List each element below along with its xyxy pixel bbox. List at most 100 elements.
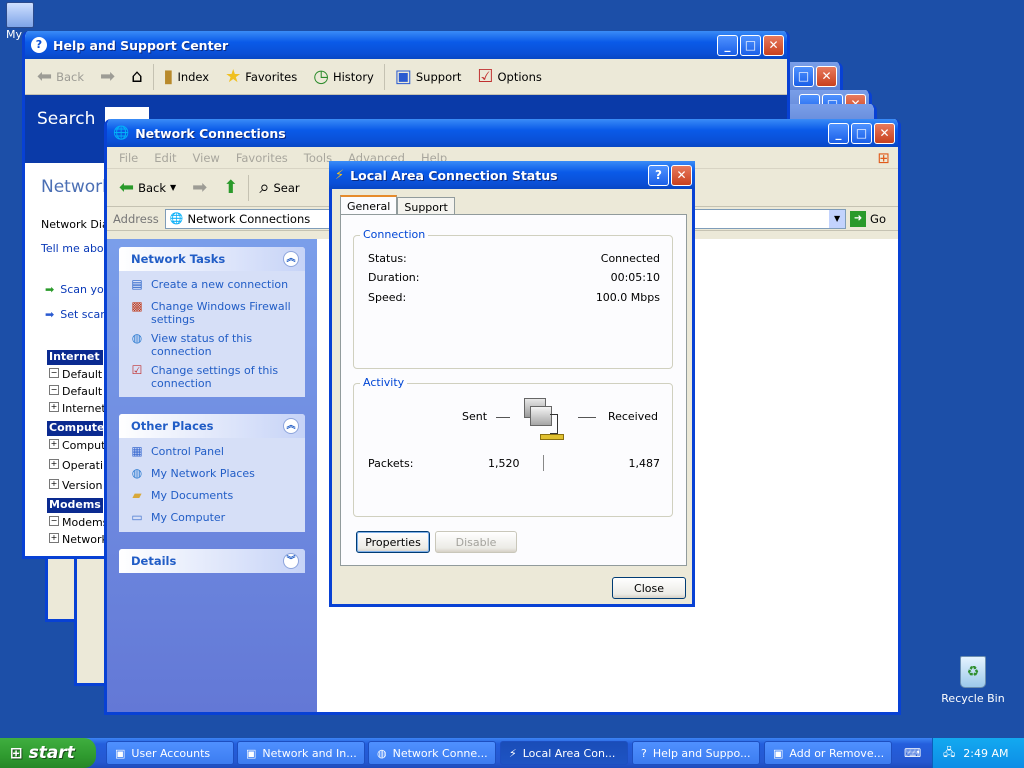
home-button[interactable]: ⌂ <box>125 62 148 92</box>
maximize-icon[interactable]: □ <box>740 34 761 56</box>
speed-value: 100.0 Mbps <box>595 291 660 304</box>
control-panel-link[interactable]: ▦ Control Panel <box>119 442 305 464</box>
expand-box-icon: + <box>49 533 59 543</box>
network-cable-icon: ⚡ <box>509 746 517 760</box>
taskbar-item-user-accounts[interactable]: ▣ User Accounts <box>106 741 234 765</box>
close-icon[interactable]: ✕ <box>816 65 837 87</box>
change-settings-link[interactable]: ☑ Change settings of this connection <box>119 361 305 393</box>
control-panel-icon: ▦ <box>131 444 143 458</box>
my-documents-link[interactable]: ▰ My Documents <box>119 486 305 508</box>
packets-received-value: 1,487 <box>628 457 661 470</box>
create-connection-link[interactable]: ▤ Create a new connection <box>119 275 305 297</box>
menu-edit[interactable]: Edit <box>146 151 184 165</box>
details-panel: Details ︾ <box>119 549 305 573</box>
details-header[interactable]: Details ︾ <box>119 549 305 573</box>
options-check-icon: ☑ <box>477 66 494 87</box>
activity-group-title: Activity <box>360 376 408 389</box>
back-arrow-icon: ⬅ <box>119 177 135 198</box>
close-button[interactable]: Close <box>612 577 686 599</box>
help-title-bar[interactable]: ? Help and Support Center _ □ ✕ <box>25 31 787 59</box>
packets-divider <box>543 455 544 471</box>
netconn-back-button[interactable]: ⬅ Back ▼ <box>113 173 182 203</box>
close-icon[interactable]: ✕ <box>671 164 692 186</box>
collapse-box-icon: − <box>49 385 59 395</box>
close-icon[interactable]: ✕ <box>874 122 895 144</box>
duration-label: Duration: <box>368 271 420 284</box>
chevron-down-icon: ▼ <box>170 183 177 192</box>
disable-button[interactable]: Disable <box>435 531 517 553</box>
tree-item[interactable]: + Compute <box>49 439 112 452</box>
status-value: Connected <box>600 252 660 265</box>
favorites-button[interactable]: ★ Favorites <box>219 62 303 92</box>
minimize-icon[interactable]: _ <box>717 34 738 56</box>
properties-button[interactable]: Properties <box>356 531 430 553</box>
go-button[interactable]: ➜ Go <box>850 210 898 227</box>
up-folder-button[interactable]: ⬆ <box>217 173 244 203</box>
netconn-title-bar[interactable]: 🌐 Network Connections _ □ ✕ <box>107 119 898 147</box>
tree-item[interactable]: + Operatin <box>49 459 110 472</box>
taskbar-item-add-remove[interactable]: ▣ Add or Remove... <box>764 741 892 765</box>
connection-status-dialog[interactable]: ⚡ Local Area Connection Status ? ✕ Gener… <box>329 161 695 607</box>
network-places-icon: ◍ <box>131 466 143 480</box>
taskbar-item-network-connections[interactable]: ◍ Network Conne... <box>368 741 496 765</box>
taskbar-item-local-area-connection[interactable]: ⚡ Local Area Con... <box>500 741 628 765</box>
menu-favorites[interactable]: Favorites <box>228 151 296 165</box>
taskbar-item-help-support[interactable]: ? Help and Suppo... <box>632 741 760 765</box>
menu-view[interactable]: View <box>185 151 228 165</box>
support-button[interactable]: ▣ Support <box>389 62 467 92</box>
my-network-places-link[interactable]: ◍ My Network Places <box>119 464 305 486</box>
minimize-icon[interactable]: _ <box>828 122 849 144</box>
status-label: Status: <box>368 252 407 265</box>
green-arrow-icon: ➡ <box>45 283 55 296</box>
network-tasks-header[interactable]: Network Tasks ︽ <box>119 247 305 271</box>
index-button[interactable]: ▮ Index <box>158 62 216 92</box>
recycle-bin-desktop-icon[interactable]: ♻ Recycle Bin <box>938 656 1008 705</box>
options-button[interactable]: ☑ Options <box>471 62 548 92</box>
collapse-chevron-icon[interactable]: ︽ <box>283 251 299 267</box>
help-back-button[interactable]: ⬅ Back <box>31 62 90 92</box>
control-panel-icon: ▣ <box>246 746 257 760</box>
expand-box-icon: + <box>49 479 59 489</box>
dialog-title-bar[interactable]: ⚡ Local Area Connection Status ? ✕ <box>329 161 695 189</box>
collapse-chevron-icon[interactable]: ︽ <box>283 418 299 434</box>
forward-arrow-icon: ➡ <box>100 66 116 87</box>
other-places-panel: Other Places ︽ ▦ Control Panel ◍ My Network… <box>119 414 305 532</box>
tree-item[interactable]: + Network <box>49 533 108 546</box>
tree-item[interactable]: + Version <box>49 479 102 492</box>
help-forward-button[interactable]: ➡ <box>94 62 121 92</box>
received-label: Received <box>607 410 658 423</box>
maximize-icon[interactable]: □ <box>793 65 814 87</box>
sent-line <box>496 417 510 418</box>
user-accounts-icon: ▣ <box>115 746 126 760</box>
view-status-link[interactable]: ◍ View status of this connection <box>119 329 305 361</box>
other-places-header[interactable]: Other Places ︽ <box>119 414 305 438</box>
tree-header: Computer <box>47 421 110 436</box>
start-button[interactable]: ⊞ start <box>0 738 96 768</box>
received-line <box>578 417 596 418</box>
help-question-icon[interactable]: ? <box>648 164 669 186</box>
search-button[interactable]: ⌕ Sear <box>253 173 305 203</box>
up-arrow-icon: ⬆ <box>223 177 239 198</box>
netconn-forward-button[interactable]: ➡ <box>186 173 213 203</box>
taskbar-item-network-internet[interactable]: ▣ Network and In... <box>237 741 365 765</box>
support-icon: ▣ <box>394 66 412 87</box>
history-button[interactable]: ◷ History <box>307 62 380 92</box>
help-window-title: Help and Support Center <box>53 37 229 53</box>
tree-item[interactable]: − Modems <box>49 516 108 529</box>
menu-file[interactable]: File <box>111 151 146 165</box>
tree-header: Modems a <box>47 498 103 524</box>
maximize-icon[interactable]: □ <box>851 122 872 144</box>
network-tray-icon[interactable]: 🖧 <box>943 744 955 763</box>
help-icon: ? <box>31 37 47 53</box>
help-task-set-scan[interactable]: ➡ Set scan <box>45 308 107 321</box>
tree-item[interactable]: + Internet <box>49 402 106 415</box>
firewall-settings-link[interactable]: ▩ Change Windows Firewall settings <box>119 297 305 329</box>
packets-sent-value: 1,520 <box>488 457 520 470</box>
expand-chevron-icon[interactable]: ︾ <box>283 553 299 569</box>
keyboard-icon[interactable]: ⌨ <box>904 746 921 760</box>
help-task-scan[interactable]: ➡ Scan yo <box>45 283 104 296</box>
chevron-down-icon[interactable]: ▼ <box>829 209 846 228</box>
my-computer-link[interactable]: ▭ My Computer <box>119 508 305 530</box>
dialog-title: Local Area Connection Status <box>350 167 558 183</box>
close-icon[interactable]: ✕ <box>763 34 784 56</box>
